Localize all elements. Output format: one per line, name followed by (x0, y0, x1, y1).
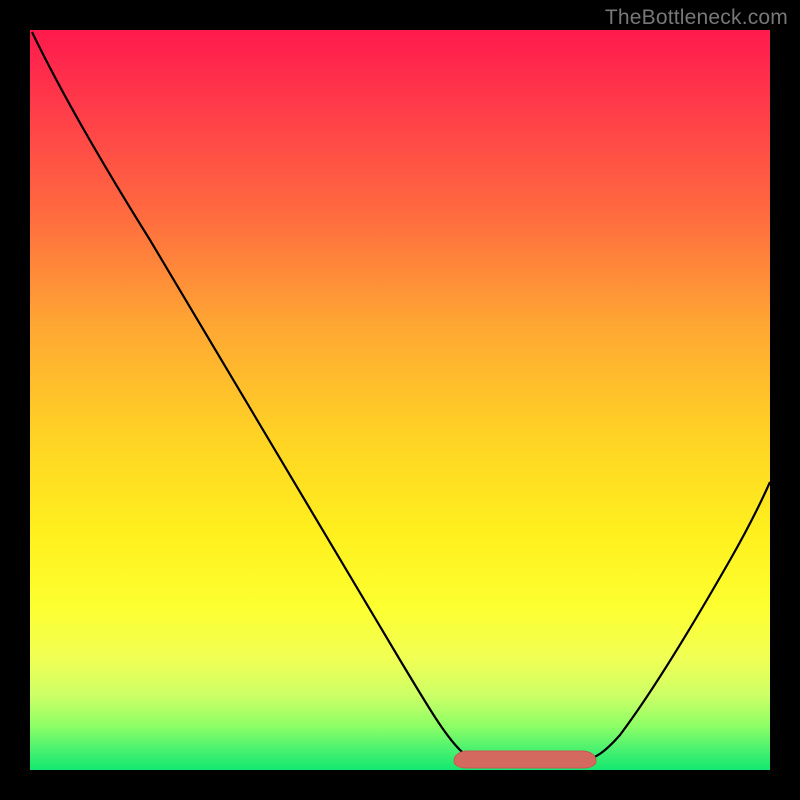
watermark-text: TheBottleneck.com (605, 6, 788, 30)
bottleneck-curve-path (32, 32, 770, 763)
chart-frame: TheBottleneck.com (0, 0, 800, 800)
plot-area (30, 30, 770, 770)
curve-svg (30, 30, 770, 770)
estimated-optimal-band-path (454, 751, 596, 768)
